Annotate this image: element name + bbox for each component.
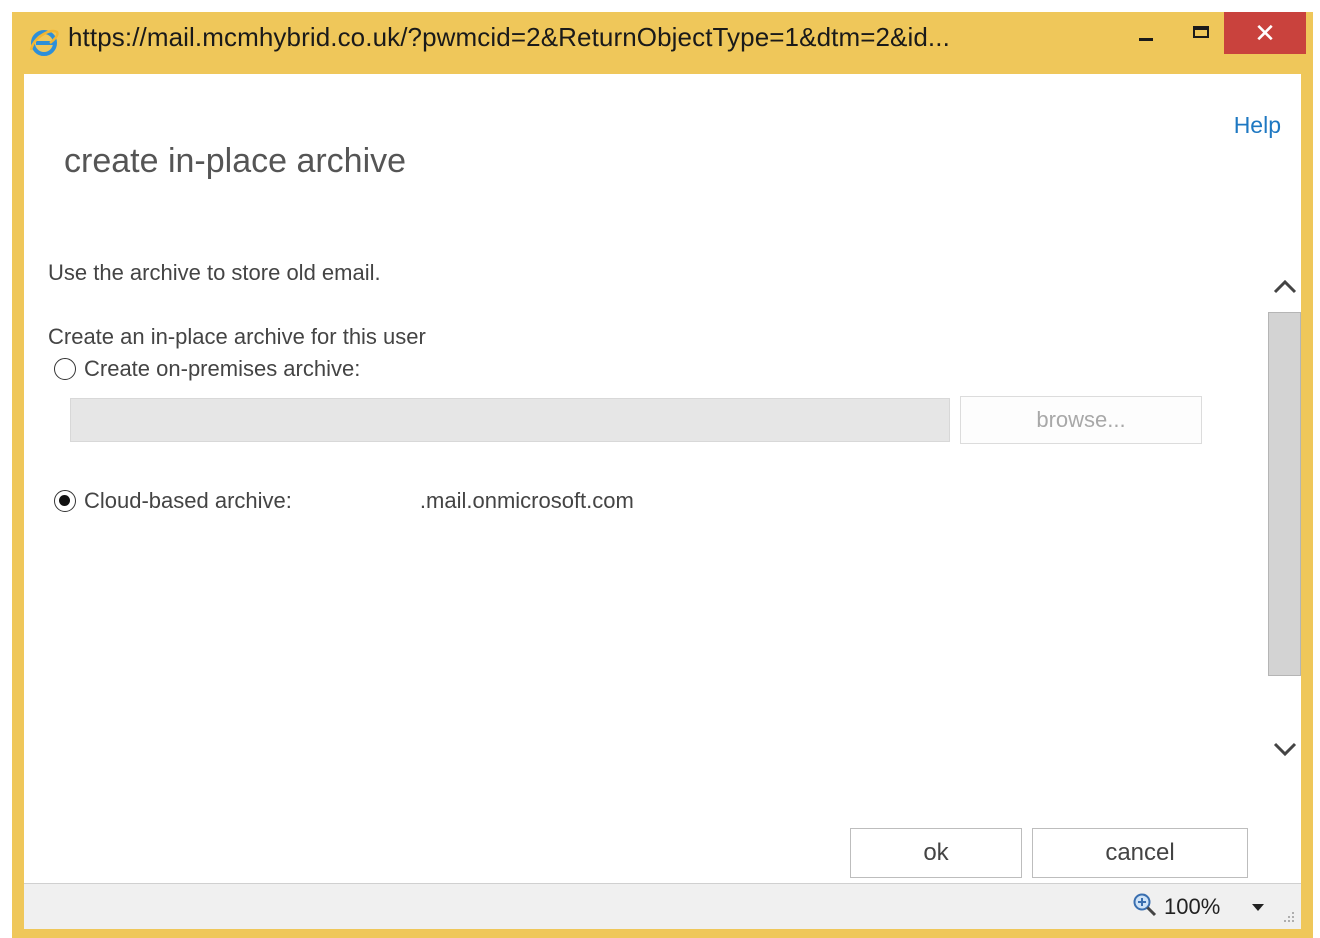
maximize-button[interactable]: [1178, 12, 1226, 56]
cloud-label: Cloud-based archive:: [84, 488, 292, 513]
close-button[interactable]: ✕: [1224, 12, 1306, 54]
window-title: https://mail.mcmhybrid.co.uk/?pwmcid=2&R…: [68, 22, 950, 52]
cancel-button[interactable]: cancel: [1032, 828, 1248, 878]
browser-popup-window: https://mail.mcmhybrid.co.uk/?pwmcid=2&R…: [12, 12, 1313, 938]
ok-button[interactable]: ok: [850, 828, 1022, 878]
chevron-up-icon[interactable]: [1270, 272, 1300, 302]
close-icon: ✕: [1254, 18, 1276, 48]
on-premises-label: Create on-premises archive:: [84, 356, 361, 381]
on-premises-radio[interactable]: [54, 358, 76, 380]
on-premises-option[interactable]: Create on-premises archive:: [54, 356, 360, 382]
on-premises-path-field: [70, 398, 950, 442]
chevron-down-icon[interactable]: [1270, 734, 1300, 764]
description-text: Use the archive to store old email.: [48, 260, 381, 285]
status-bar: 100%: [24, 883, 1301, 929]
page-title: create in-place archive: [64, 142, 407, 180]
browse-button: browse...: [960, 396, 1202, 444]
section-label: Create an in-place archive for this user: [48, 324, 426, 349]
title-bar[interactable]: https://mail.mcmhybrid.co.uk/?pwmcid=2&R…: [12, 12, 1313, 72]
zoom-magnifier-icon[interactable]: [1132, 892, 1158, 918]
zoom-dropdown-icon[interactable]: [1252, 904, 1264, 911]
cloud-radio[interactable]: [54, 490, 76, 512]
help-link[interactable]: Help: [1234, 112, 1281, 139]
internet-explorer-icon: [29, 29, 59, 56]
cloud-domain: .mail.onmicrosoft.com: [419, 488, 634, 513]
zoom-level[interactable]: 100%: [1164, 894, 1220, 920]
scrollbar-thumb[interactable]: [1268, 312, 1301, 676]
minimize-button[interactable]: [1124, 12, 1168, 56]
dialog-content: Help create in-place archive Use the arc…: [24, 74, 1301, 884]
resize-grip-icon[interactable]: [1281, 909, 1295, 923]
cloud-option[interactable]: Cloud-based archive: .mail.onmicrosoft.c…: [54, 488, 634, 514]
